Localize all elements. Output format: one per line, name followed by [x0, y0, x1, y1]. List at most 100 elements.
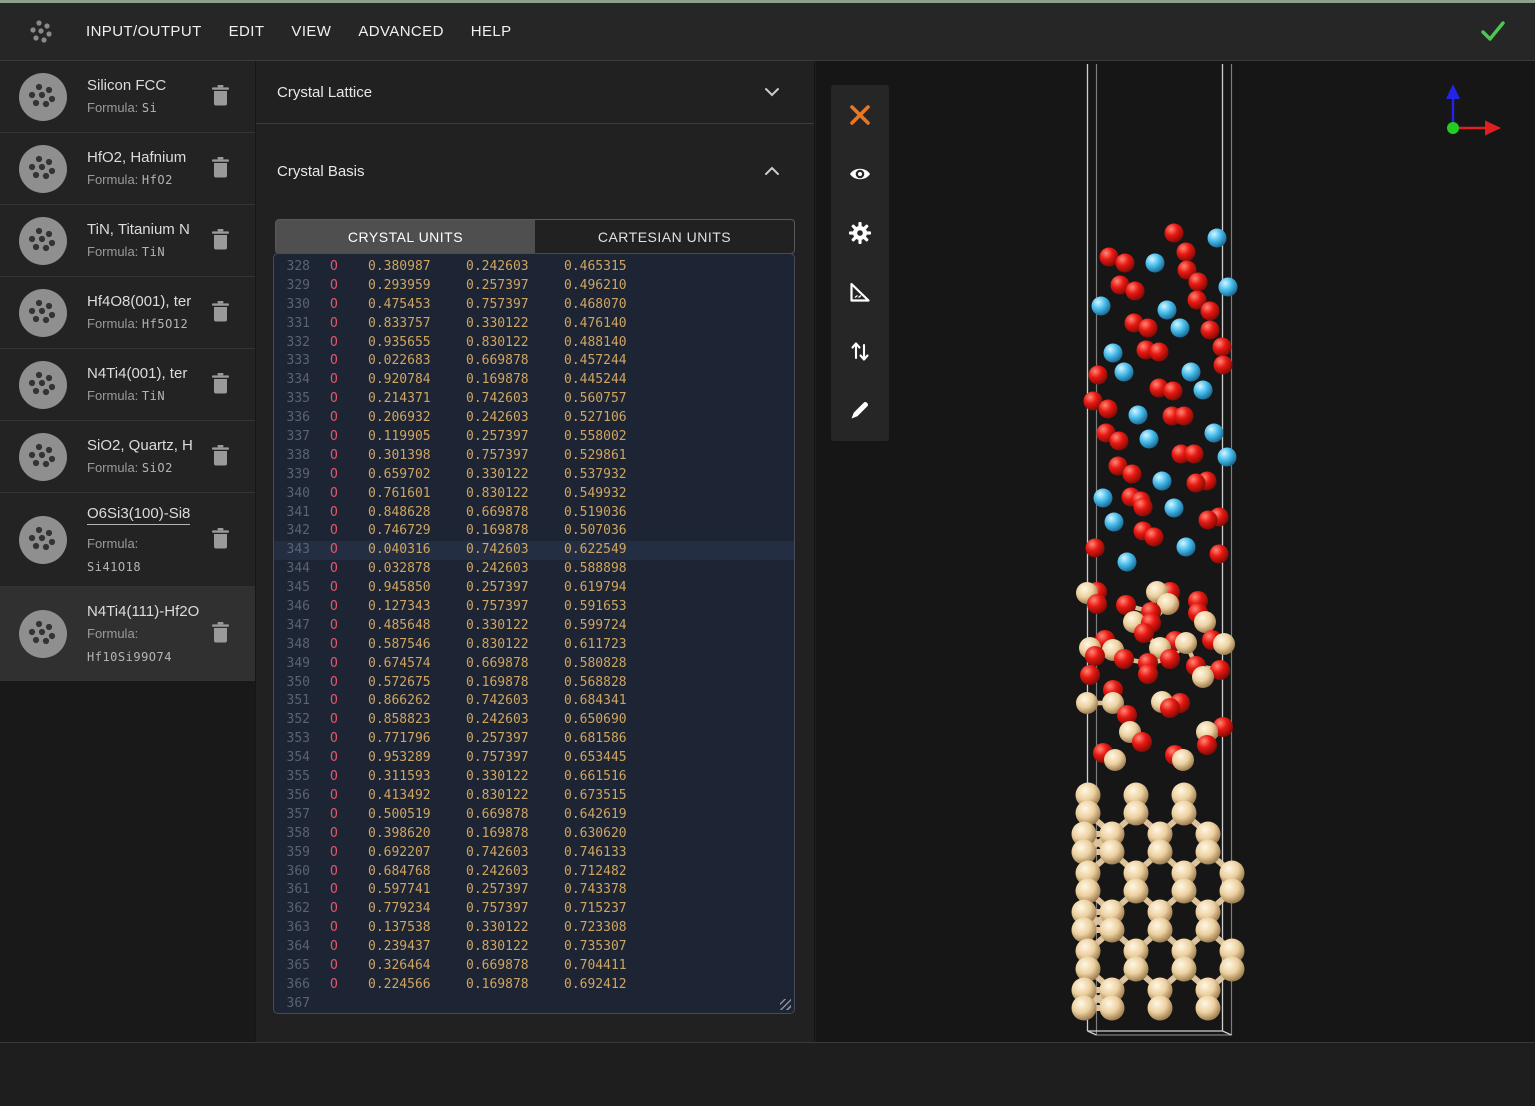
- oxygen-atom[interactable]: [1201, 321, 1220, 340]
- silicon-atom[interactable]: [1196, 918, 1221, 943]
- oxygen-atom[interactable]: [1085, 646, 1105, 666]
- oxygen-atom[interactable]: [1189, 273, 1208, 292]
- delete-material-button[interactable]: [208, 441, 233, 473]
- delete-material-button[interactable]: [208, 369, 233, 401]
- silicon-atom[interactable]: [1213, 633, 1235, 655]
- hafnium-atom[interactable]: [1208, 229, 1227, 248]
- silicon-atom[interactable]: [1072, 918, 1097, 943]
- silicon-atom[interactable]: [1172, 957, 1197, 982]
- oxygen-atom[interactable]: [1114, 649, 1134, 669]
- silicon-atom[interactable]: [1124, 957, 1149, 982]
- structure-3d-viewer[interactable]: [816, 61, 1535, 1042]
- silicon-atom[interactable]: [1104, 749, 1126, 771]
- oxygen-atom[interactable]: [1177, 243, 1196, 262]
- edit-button[interactable]: [831, 380, 889, 439]
- silicon-atom[interactable]: [1175, 632, 1197, 654]
- oxygen-atom[interactable]: [1126, 282, 1145, 301]
- tab-crystal-units[interactable]: CRYSTAL UNITS: [276, 220, 535, 253]
- silicon-atom[interactable]: [1076, 879, 1101, 904]
- silicon-atom[interactable]: [1148, 918, 1173, 943]
- silicon-atom[interactable]: [1220, 957, 1245, 982]
- oxygen-atom[interactable]: [1086, 539, 1105, 558]
- material-item-sio2-quartz-h[interactable]: SiO2, Quartz, HFormula: SiO2: [0, 421, 255, 493]
- oxygen-atom[interactable]: [1134, 498, 1153, 517]
- silicon-atom[interactable]: [1196, 840, 1221, 865]
- silicon-atom[interactable]: [1076, 692, 1098, 714]
- hafnium-atom[interactable]: [1105, 513, 1124, 532]
- oxygen-atom[interactable]: [1110, 432, 1129, 451]
- oxygen-atom[interactable]: [1138, 664, 1158, 684]
- silicon-atom[interactable]: [1100, 840, 1125, 865]
- hafnium-atom[interactable]: [1140, 430, 1159, 449]
- silicon-atom[interactable]: [1220, 879, 1245, 904]
- material-item-hfo2-hafnium[interactable]: HfO2, HafniumFormula: HfO2: [0, 133, 255, 205]
- silicon-atom[interactable]: [1196, 996, 1221, 1021]
- oxygen-atom[interactable]: [1150, 343, 1169, 362]
- menu-edit[interactable]: EDIT: [229, 23, 265, 40]
- oxygen-atom[interactable]: [1185, 445, 1204, 464]
- material-item-tin-titanium-n[interactable]: TiN, Titanium NFormula: TiN: [0, 205, 255, 277]
- oxygen-atom[interactable]: [1080, 665, 1100, 685]
- crystal-lattice-section-header[interactable]: Crystal Lattice: [256, 61, 814, 123]
- oxygen-atom[interactable]: [1160, 698, 1180, 718]
- oxygen-atom[interactable]: [1139, 319, 1158, 338]
- silicon-atom[interactable]: [1148, 840, 1173, 865]
- delete-material-button[interactable]: [208, 81, 233, 113]
- hafnium-atom[interactable]: [1094, 489, 1113, 508]
- oxygen-atom[interactable]: [1164, 382, 1183, 401]
- visibility-button[interactable]: [831, 144, 889, 203]
- silicon-atom[interactable]: [1072, 840, 1097, 865]
- oxygen-atom[interactable]: [1201, 302, 1220, 321]
- silicon-atom[interactable]: [1192, 666, 1214, 688]
- hafnium-atom[interactable]: [1219, 278, 1238, 297]
- material-item-silicon-fcc[interactable]: Silicon FCCFormula: Si: [0, 61, 255, 133]
- silicon-atom[interactable]: [1194, 611, 1216, 633]
- axes-orientation-widget[interactable]: [1435, 80, 1511, 146]
- oxygen-atom[interactable]: [1089, 366, 1108, 385]
- delete-material-button[interactable]: [208, 524, 233, 556]
- hafnium-atom[interactable]: [1182, 363, 1201, 382]
- swap-axes-button[interactable]: [831, 321, 889, 380]
- delete-material-button[interactable]: [208, 225, 233, 257]
- menu-input-output[interactable]: INPUT/OUTPUT: [86, 23, 202, 40]
- delete-material-button[interactable]: [208, 297, 233, 329]
- oxygen-atom[interactable]: [1165, 224, 1184, 243]
- oxygen-atom[interactable]: [1197, 735, 1217, 755]
- hafnium-atom[interactable]: [1177, 538, 1196, 557]
- material-item-o6si3-100-si8[interactable]: O6Si3(100)-Si8Formula: Si41O18: [0, 493, 255, 587]
- silicon-atom[interactable]: [1076, 957, 1101, 982]
- menu-advanced[interactable]: ADVANCED: [358, 23, 443, 40]
- hafnium-atom[interactable]: [1153, 472, 1172, 491]
- oxygen-atom[interactable]: [1134, 623, 1154, 643]
- material-item-n4ti4-111-hf2o[interactable]: N4Ti4(111)-Hf2OFormula: Hf10Si99O74: [0, 587, 255, 681]
- oxygen-atom[interactable]: [1214, 356, 1233, 375]
- hafnium-atom[interactable]: [1092, 297, 1111, 316]
- hafnium-atom[interactable]: [1171, 319, 1190, 338]
- oxygen-atom[interactable]: [1175, 407, 1194, 426]
- oxygen-atom[interactable]: [1210, 545, 1229, 564]
- settings-button[interactable]: [831, 203, 889, 262]
- oxygen-atom[interactable]: [1132, 732, 1152, 752]
- hafnium-atom[interactable]: [1129, 406, 1148, 425]
- hafnium-atom[interactable]: [1205, 424, 1224, 443]
- hafnium-atom[interactable]: [1115, 363, 1134, 382]
- menu-help[interactable]: HELP: [471, 23, 512, 40]
- silicon-atom[interactable]: [1172, 879, 1197, 904]
- delete-material-button[interactable]: [208, 153, 233, 185]
- oxygen-atom[interactable]: [1145, 528, 1164, 547]
- crystal-basis-section-header[interactable]: Crystal Basis: [256, 140, 814, 202]
- silicon-atom[interactable]: [1124, 801, 1149, 826]
- close-button[interactable]: [831, 85, 889, 144]
- oxygen-atom[interactable]: [1160, 649, 1180, 669]
- hafnium-atom[interactable]: [1165, 499, 1184, 518]
- oxygen-atom[interactable]: [1213, 338, 1232, 357]
- oxygen-atom[interactable]: [1199, 511, 1218, 530]
- editor-resize-handle[interactable]: [780, 999, 791, 1010]
- oxygen-atom[interactable]: [1099, 400, 1118, 419]
- silicon-atom[interactable]: [1172, 749, 1194, 771]
- silicon-atom[interactable]: [1076, 801, 1101, 826]
- oxygen-atom[interactable]: [1123, 465, 1142, 484]
- hafnium-atom[interactable]: [1104, 344, 1123, 363]
- oxygen-atom[interactable]: [1187, 474, 1206, 493]
- oxygen-atom[interactable]: [1116, 254, 1135, 273]
